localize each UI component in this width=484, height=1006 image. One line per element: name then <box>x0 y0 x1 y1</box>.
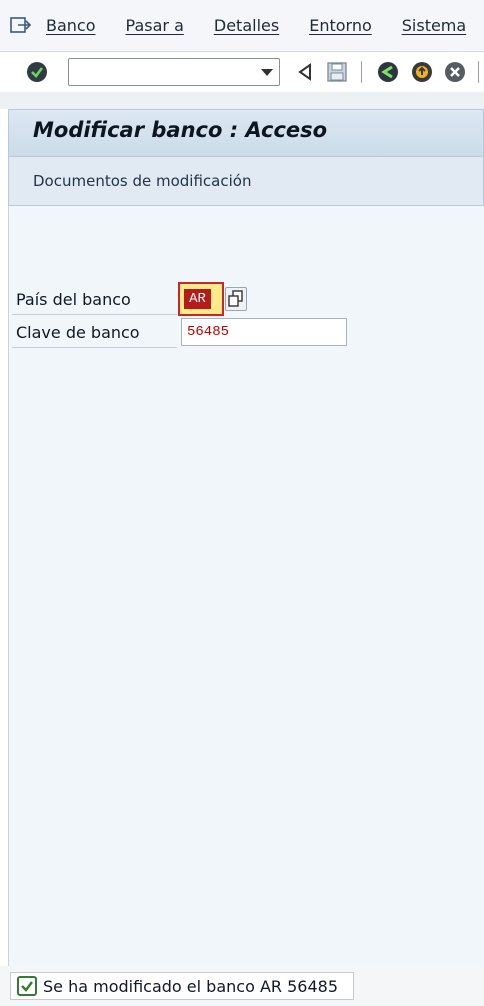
bank-key-label-underline <box>12 347 177 348</box>
status-message[interactable]: Se ha modificado el banco AR 56485 <box>10 972 354 1000</box>
menu-entorno[interactable]: Entorno <box>309 16 372 35</box>
enter-check-icon[interactable] <box>24 59 50 85</box>
system-toolbar <box>0 52 484 92</box>
menu-detalles[interactable]: Detalles <box>214 16 279 35</box>
title-bar: Modificar banco : Acceso <box>8 109 484 156</box>
possible-entries-button[interactable] <box>225 287 247 311</box>
change-documents-button[interactable]: Documentos de modificación <box>33 172 251 190</box>
back-triangle-icon[interactable] <box>292 59 318 85</box>
cancel-icon[interactable] <box>442 59 468 85</box>
save-icon[interactable] <box>324 59 350 85</box>
menu-pasar-a[interactable]: Pasar a <box>126 16 184 35</box>
bank-key-label: Clave de banco <box>16 323 140 342</box>
menu-bar: Banco Pasar a Detalles Entorno Sistema <box>0 0 484 52</box>
application-toolbar: Documentos de modificación <box>8 156 484 206</box>
country-label-underline <box>12 314 177 315</box>
back-icon[interactable] <box>375 59 401 85</box>
header-gap <box>0 92 484 109</box>
page-title: Modificar banco : Acceso <box>33 118 328 142</box>
country-label: País del banco <box>16 290 131 309</box>
status-bar: Se ha modificado el banco AR 56485 <box>0 966 484 1006</box>
success-check-icon <box>17 976 37 996</box>
menu-sistema[interactable]: Sistema <box>402 16 466 35</box>
menu-exit-icon[interactable] <box>8 13 34 39</box>
dropdown-icon[interactable] <box>261 69 273 76</box>
menu-banco[interactable]: Banco <box>46 16 96 35</box>
status-text: Se ha modificado el banco AR 56485 <box>43 976 338 996</box>
country-value: AR <box>184 289 211 309</box>
copy-icon <box>228 290 243 307</box>
command-field[interactable] <box>68 58 280 86</box>
exit-icon[interactable] <box>409 59 435 85</box>
bank-key-input[interactable]: 56485 <box>181 318 347 346</box>
country-input[interactable]: AR <box>178 282 224 316</box>
